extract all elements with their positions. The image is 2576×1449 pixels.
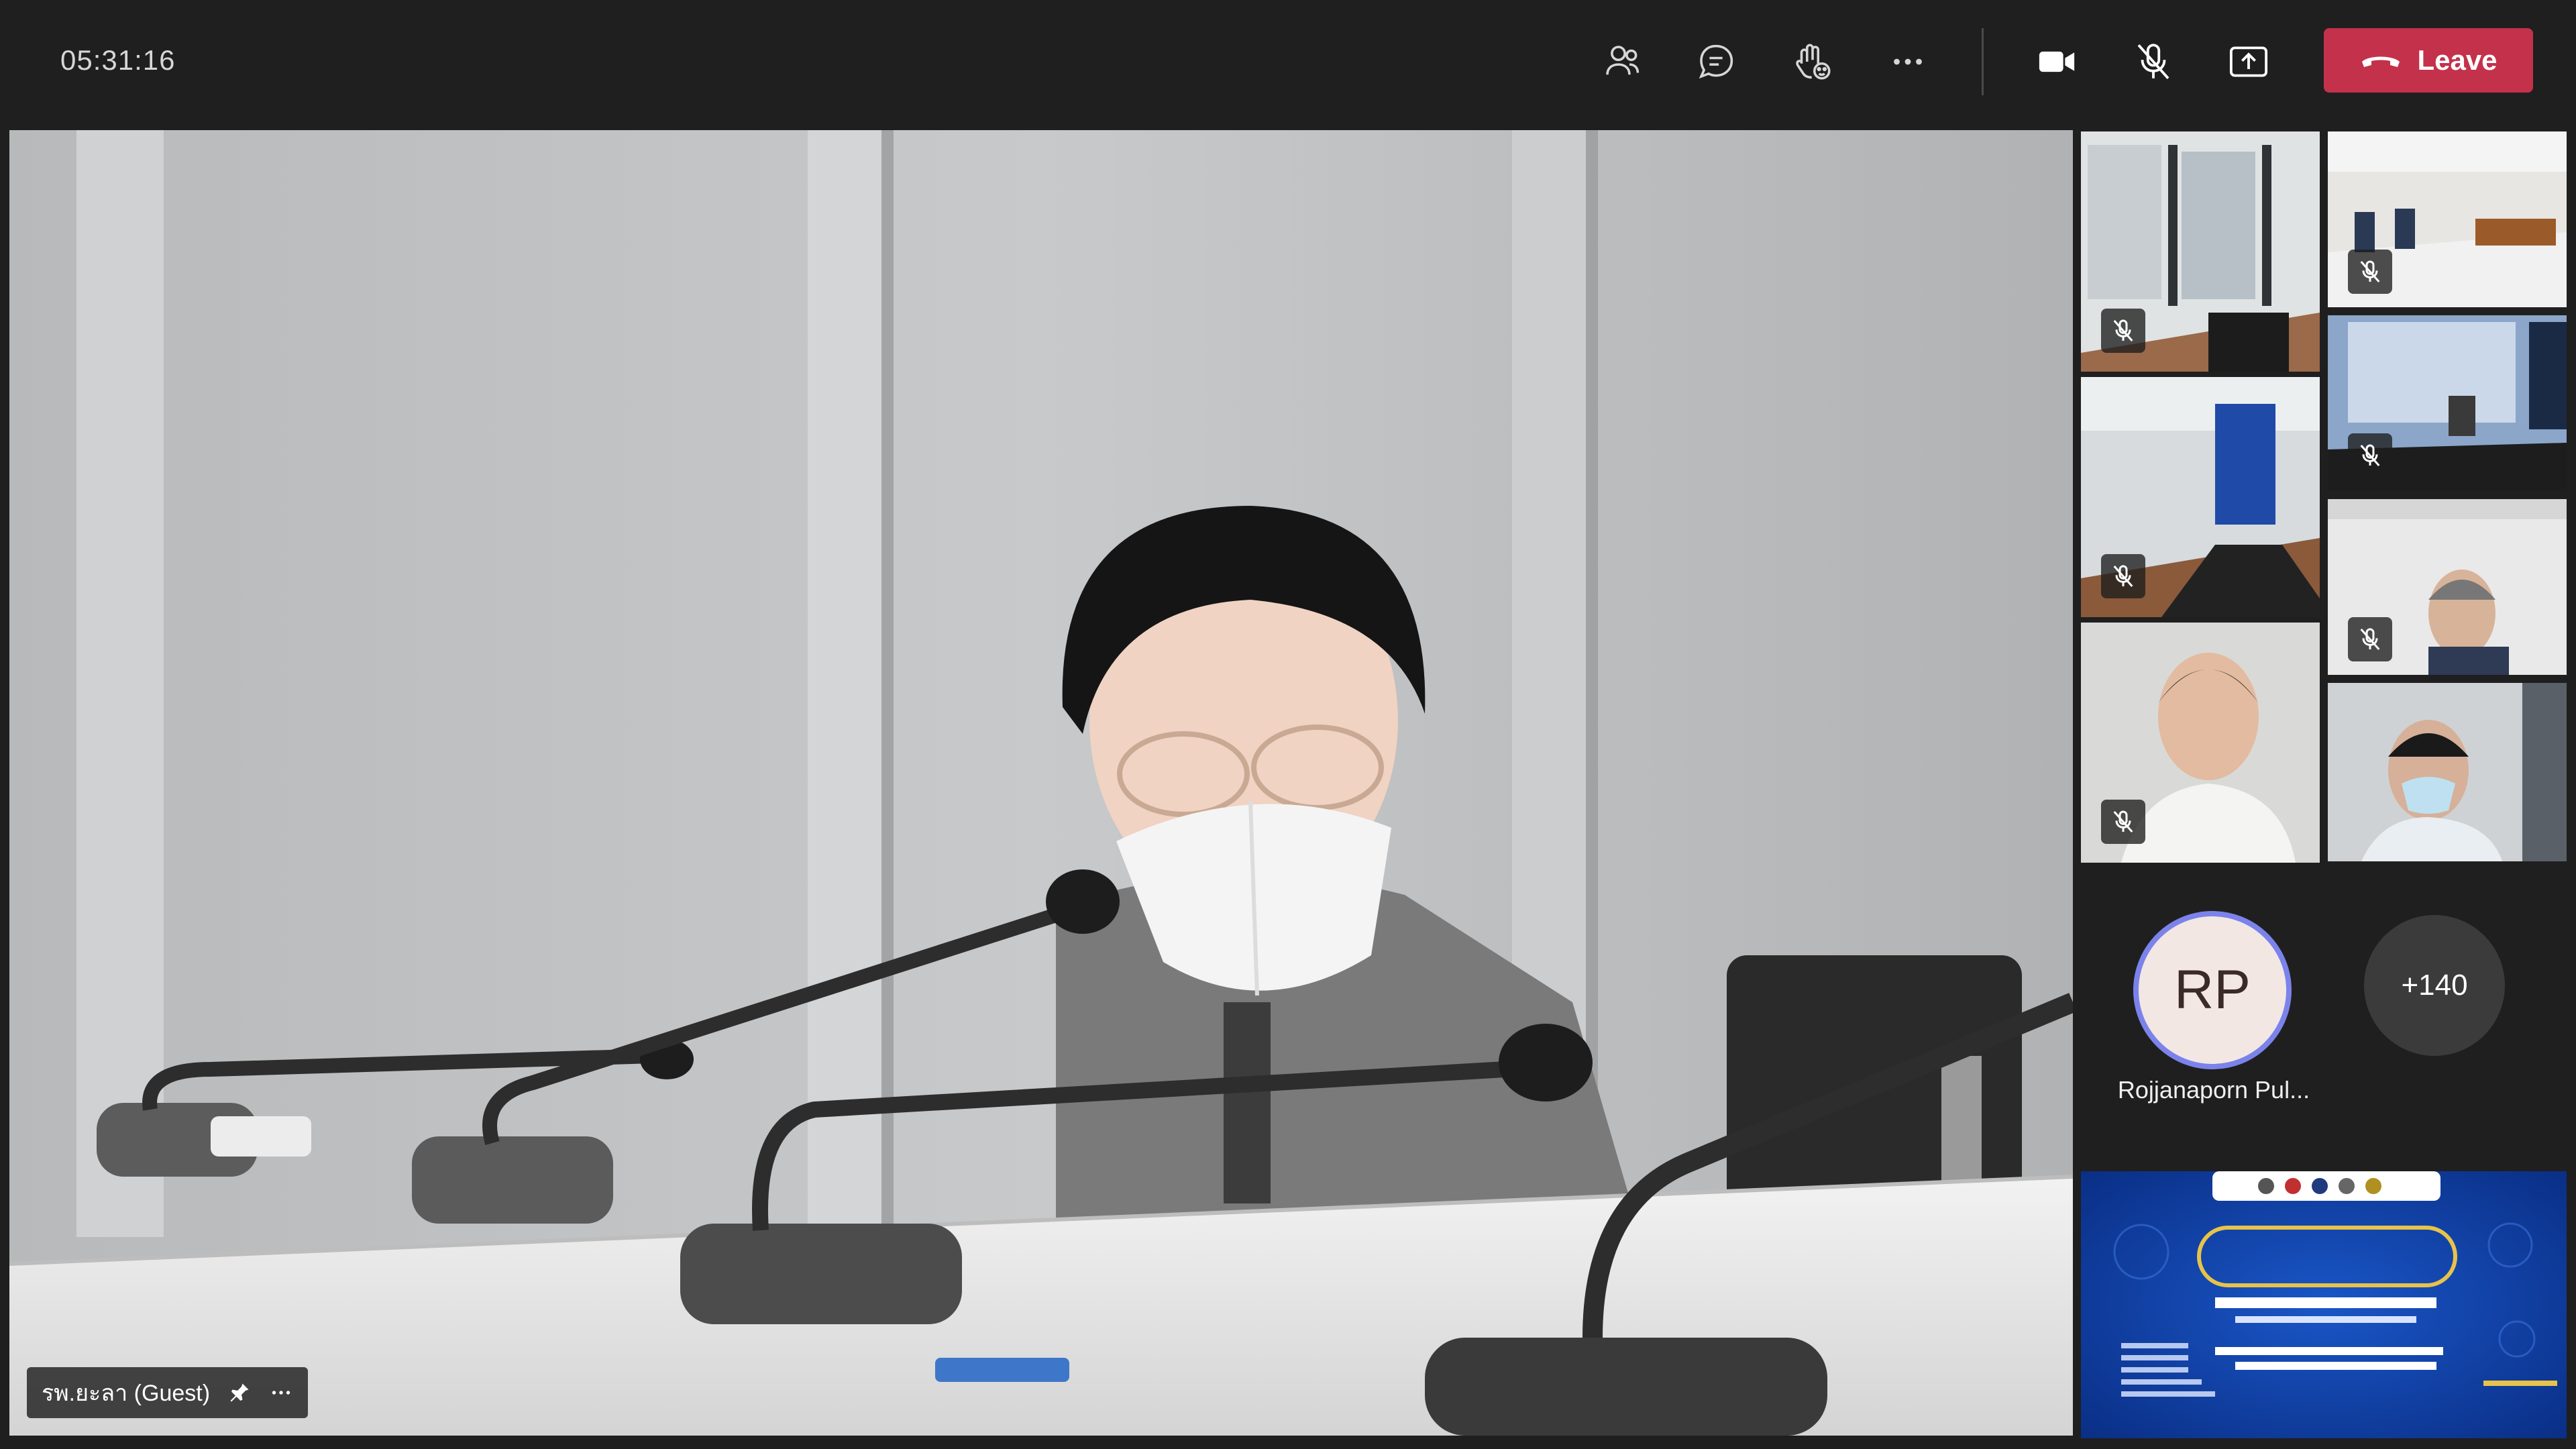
avatar-initials: RP: [2174, 959, 2251, 1020]
mic-off-icon: [2360, 628, 2380, 650]
people-icon: [1606, 46, 1640, 75]
participant-tile[interactable]: [2081, 623, 2320, 863]
mic-button[interactable]: [2120, 34, 2187, 90]
participant-tile[interactable]: [2328, 131, 2567, 307]
more-participants-button[interactable]: +140: [2364, 915, 2505, 1056]
share-screen-icon: [2229, 46, 2268, 77]
meeting-toolbar: 05:31:16 Leave: [0, 0, 2576, 130]
mic-off-icon: [2113, 565, 2133, 587]
more-options-icon[interactable]: [269, 1381, 293, 1405]
toolbar-divider: [1982, 28, 1984, 95]
main-video-feed[interactable]: รพ.ยะลา (Guest): [9, 130, 2073, 1436]
mic-off-icon: [2113, 810, 2133, 833]
chat-button[interactable]: [1682, 34, 1750, 90]
react-button[interactable]: [1779, 34, 1846, 90]
people-button[interactable]: [1589, 34, 1656, 90]
participant-tile[interactable]: [2328, 315, 2567, 491]
main-video-nameplate: รพ.ยะลา (Guest): [27, 1367, 309, 1418]
shared-content-preview: [2081, 1171, 2567, 1438]
raise-hand-icon: [1796, 44, 1831, 80]
participant-tile[interactable]: [2328, 683, 2567, 861]
mic-off-badge: [2101, 309, 2145, 353]
participant-tile[interactable]: [2328, 499, 2567, 675]
camera-icon: [2039, 51, 2075, 72]
mic-off-badge: [2101, 554, 2145, 598]
mic-off-badge: [2348, 250, 2392, 294]
main-video-scene: [9, 130, 2073, 1436]
mic-off-icon: [2137, 44, 2169, 80]
participant-avatar[interactable]: RP: [2133, 911, 2292, 1069]
shared-content-tile[interactable]: [2081, 1171, 2567, 1438]
mic-off-icon: [2360, 444, 2380, 466]
mic-off-badge: [2348, 617, 2392, 661]
more-options-icon: [1894, 58, 1922, 65]
more-options-button[interactable]: [1874, 34, 1941, 90]
leave-label: Leave: [2417, 44, 2498, 76]
overflow-count: +140: [2401, 969, 2468, 1002]
participant-video: [2328, 683, 2567, 861]
pin-icon[interactable]: [227, 1381, 252, 1405]
participant-name: Rojjanaporn Pul...: [2117, 1076, 2310, 1104]
chat-icon: [1699, 44, 1733, 79]
mic-off-icon: [2360, 260, 2380, 282]
camera-button[interactable]: [2023, 34, 2090, 90]
mic-off-badge: [2101, 800, 2145, 844]
mic-off-badge: [2348, 433, 2392, 478]
phone-hangup-icon: [2362, 56, 2400, 67]
meeting-timer: 05:31:16: [60, 44, 176, 76]
mic-off-icon: [2113, 319, 2133, 341]
leave-button[interactable]: Leave: [2324, 28, 2533, 93]
participant-tile[interactable]: [2081, 131, 2320, 372]
participant-tile[interactable]: [2081, 377, 2320, 617]
main-participant-label: รพ.ยะลา (Guest): [42, 1381, 211, 1406]
share-screen-button[interactable]: [2215, 34, 2282, 90]
